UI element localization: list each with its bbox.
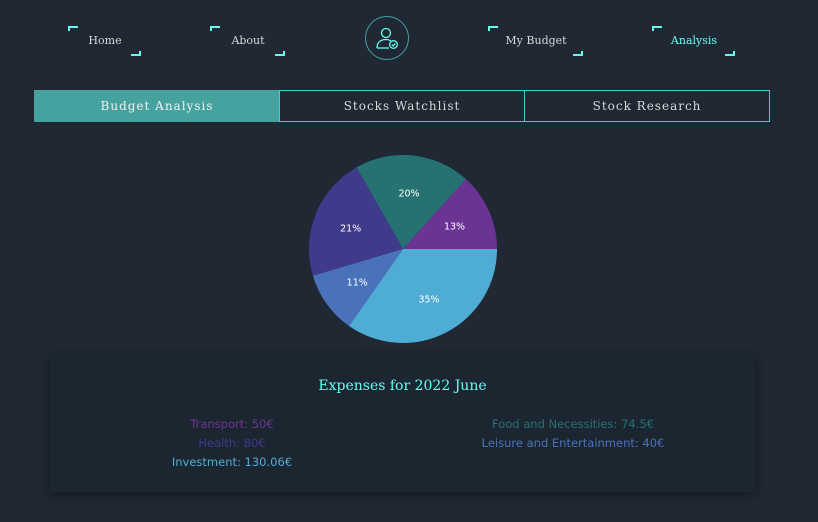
expense-item: Investment: 130.06€ [171, 455, 293, 469]
tab-budget-analysis[interactable]: Budget Analysis [34, 90, 280, 122]
expenses-left-column: Transport: 50€ Health: 80€ Investment: 1… [50, 417, 414, 474]
expenses-right-column: Food and Necessities: 74.5€ Leisure and … [410, 417, 736, 455]
corner-decoration [275, 51, 285, 56]
tab-stock-research[interactable]: Stock Research [524, 90, 770, 122]
corner-decoration [573, 51, 583, 56]
nav-my-budget[interactable]: My Budget [488, 26, 583, 56]
corner-decoration [131, 51, 141, 56]
pie-slice-label: 35% [418, 295, 439, 306]
expense-item: Leisure and Entertainment: 40€ [481, 436, 665, 450]
nav-home[interactable]: Home [68, 26, 141, 56]
nav-my-budget-label: My Budget [505, 33, 567, 47]
pie-chart-svg: 13% 20% 21% 11% 35% [309, 154, 497, 343]
expense-item: Transport: 50€ [190, 417, 274, 431]
expense-item: Food and Necessities: 74.5€ [492, 417, 654, 431]
pie-slice-label: 13% [444, 222, 465, 233]
tab-stocks-watchlist[interactable]: Stocks Watchlist [279, 90, 525, 122]
nav-about-label: About [231, 33, 265, 47]
nav-about[interactable]: About [210, 26, 285, 56]
expenses-title: Expenses for 2022 June [318, 378, 487, 394]
corner-decoration [68, 26, 78, 31]
analysis-tabs: Budget Analysis Stocks Watchlist Stock R… [34, 90, 770, 122]
corner-decoration [488, 26, 498, 31]
top-nav: Home About My Budget Analysis [0, 0, 818, 80]
expenses-card: Expenses for 2022 June Transport: 50€ He… [50, 356, 755, 492]
nav-analysis[interactable]: Analysis [652, 26, 735, 56]
corner-decoration [725, 51, 735, 56]
expenses-pie-chart: 13% 20% 21% 11% 35% [300, 148, 506, 348]
corner-decoration [210, 26, 220, 31]
pie-slice-label: 21% [340, 223, 361, 234]
expense-item: Health: 80€ [198, 436, 266, 450]
corner-decoration [652, 26, 662, 31]
pie-slice-label: 11% [347, 277, 368, 288]
user-check-icon [376, 27, 398, 49]
nav-analysis-label: Analysis [670, 33, 718, 47]
user-logo[interactable] [365, 16, 409, 60]
nav-home-label: Home [88, 33, 122, 47]
pie-slice-label: 20% [398, 188, 419, 199]
